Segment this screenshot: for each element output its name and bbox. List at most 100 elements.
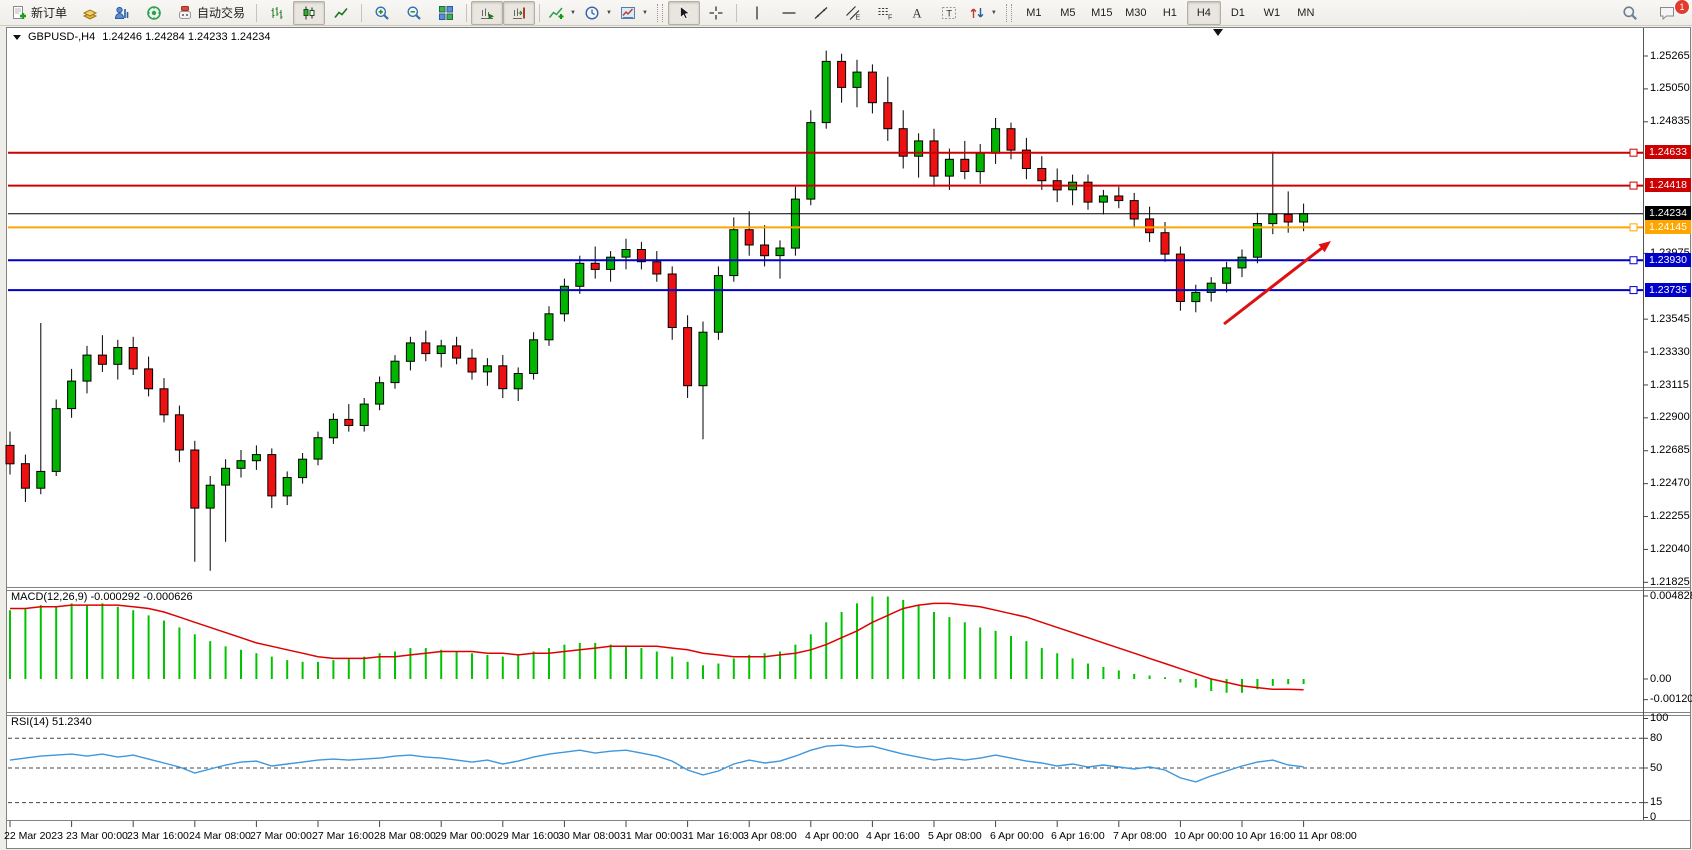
periods-button[interactable]: ▼ <box>580 1 616 25</box>
autotrading-button[interactable]: 自动交易 <box>170 1 252 25</box>
price-tick-label: 1.24835 <box>1650 115 1690 127</box>
toolbar-grip[interactable] <box>1006 4 1012 22</box>
svg-text:E: E <box>855 14 860 21</box>
fibonacci-button[interactable]: F <box>869 1 901 25</box>
horizontal-line-button[interactable] <box>773 1 805 25</box>
chart-shift-button[interactable] <box>503 1 535 25</box>
hline-price-badge: 1.24633 <box>1645 145 1691 159</box>
periods-dropdown-icon: ▼ <box>606 10 612 16</box>
auto-scroll-button[interactable] <box>471 1 503 25</box>
time-axis-label: 29 Mar 00:00 <box>435 830 497 842</box>
zoom-in-button[interactable] <box>366 1 398 25</box>
new-order-button[interactable]: 新订单 <box>4 1 74 25</box>
bar-chart-button[interactable] <box>261 1 293 25</box>
rsi-indicator-label: RSI(14) 51.2340 <box>11 716 92 728</box>
price-tick-label: 1.22685 <box>1650 444 1690 456</box>
time-axis-label: 24 Mar 08:00 <box>189 830 251 842</box>
timeframe-button-h4[interactable]: H4 <box>1187 1 1221 25</box>
templates-dropdown-icon: ▼ <box>642 10 648 16</box>
time-axis-label: 7 Apr 08:00 <box>1113 830 1167 842</box>
data-window-button[interactable] <box>106 1 138 25</box>
timeframe-button-m1[interactable]: M1 <box>1017 1 1051 25</box>
hline-price-badge: 1.24418 <box>1645 178 1691 192</box>
channel-button[interactable]: E <box>837 1 869 25</box>
rsi-tick-label: 0 <box>1650 811 1656 823</box>
market-watch-button[interactable] <box>74 1 106 25</box>
price-tick-label: 1.22255 <box>1650 510 1690 522</box>
crosshair-icon <box>708 5 724 21</box>
rsi-tick-label: 80 <box>1650 732 1662 744</box>
chart-shift-icon <box>511 5 527 21</box>
bar-chart-icon <box>269 5 285 21</box>
time-axis-label: 27 Mar 16:00 <box>312 830 374 842</box>
timeframe-button-w1[interactable]: W1 <box>1255 1 1289 25</box>
crosshair-button[interactable] <box>700 1 732 25</box>
zoom-out-icon <box>406 5 422 21</box>
time-axis-label: 11 Apr 08:00 <box>1298 830 1357 842</box>
arrows-icon <box>969 5 985 21</box>
toolbar-separator <box>466 4 467 22</box>
time-axis-label: 22 Mar 2023 <box>4 830 63 842</box>
timeframe-button-m30[interactable]: M30 <box>1119 1 1153 25</box>
horizontal-line-icon <box>781 5 797 21</box>
timeframe-button-d1[interactable]: D1 <box>1221 1 1255 25</box>
time-axis-label: 23 Mar 16:00 <box>127 830 189 842</box>
price-tick-label: 1.22900 <box>1650 411 1690 423</box>
rsi-tick-label: 100 <box>1650 712 1668 724</box>
trendline-icon <box>813 5 829 21</box>
tile-windows-icon <box>438 5 454 21</box>
trendline-button[interactable] <box>805 1 837 25</box>
toolbar-grip[interactable] <box>657 4 663 22</box>
chart-overlays: GBPUSD-,H4 1.24246 1.24284 1.24233 1.242… <box>0 0 1692 850</box>
navigator-button[interactable] <box>138 1 170 25</box>
time-axis-label: 6 Apr 16:00 <box>1051 830 1105 842</box>
vertical-line-button[interactable] <box>741 1 773 25</box>
line-chart-icon <box>333 5 349 21</box>
timeframe-button-m15[interactable]: M15 <box>1085 1 1119 25</box>
notifications-button[interactable]: 1 <box>1652 2 1684 26</box>
time-axis-label: 28 Mar 08:00 <box>374 830 436 842</box>
price-tick-label: 1.23115 <box>1650 379 1689 391</box>
candle-chart-button[interactable] <box>293 1 325 25</box>
zoom-in-icon <box>374 5 390 21</box>
indicators-button[interactable]: ▼ <box>544 1 580 25</box>
arrows-dropdown-icon: ▼ <box>991 10 997 16</box>
chart-ohlc-quotes: 1.24246 1.24284 1.24233 1.24234 <box>102 31 270 43</box>
macd-tick-label: 0.004828 <box>1650 590 1692 602</box>
timeframe-button-m5[interactable]: M5 <box>1051 1 1085 25</box>
symbol-dropdown-icon[interactable] <box>13 35 21 40</box>
text-label-button[interactable]: T <box>933 1 965 25</box>
mt4-window: 新订单 自动交易 ▼ ▼ ▼ E FA T ▼ M1M5M15M30H1H4D1W1MN 1 GB… <box>0 0 1692 850</box>
search-button[interactable] <box>1614 2 1646 26</box>
chart-symbol: GBPUSD-,H4 <box>28 31 95 43</box>
notification-count-badge: 1 <box>1674 0 1690 15</box>
macd-values: -0.000292 -0.000626 <box>90 591 192 603</box>
cursor-icon <box>676 5 692 21</box>
price-tick-label: 1.25265 <box>1650 50 1690 62</box>
time-axis-label: 10 Apr 00:00 <box>1174 830 1234 842</box>
main-toolbar: 新订单 自动交易 ▼ ▼ ▼ E FA T ▼ M1M5M15M30H1H4D1W1MN 1 <box>0 0 1692 26</box>
search-icon <box>1622 5 1638 24</box>
timeframe-button-mn[interactable]: MN <box>1289 1 1323 25</box>
rsi-tick-label: 50 <box>1650 762 1662 774</box>
hline-price-badge: 1.23930 <box>1645 253 1691 267</box>
templates-icon <box>620 5 636 21</box>
text-button[interactable]: A <box>901 1 933 25</box>
zoom-out-button[interactable] <box>398 1 430 25</box>
fibonacci-icon: F <box>877 5 893 21</box>
tile-windows-button[interactable] <box>430 1 462 25</box>
time-axis-label: 23 Mar 00:00 <box>66 830 128 842</box>
arrows-button[interactable]: ▼ <box>965 1 1001 25</box>
text-label-icon: T <box>941 5 957 21</box>
svg-text:T: T <box>946 8 952 19</box>
market-watch-icon <box>82 5 98 21</box>
price-tick-label: 1.22040 <box>1650 543 1690 555</box>
time-axis-label: 3 Apr 08:00 <box>743 830 797 842</box>
line-chart-button[interactable] <box>325 1 357 25</box>
time-axis-label: 27 Mar 00:00 <box>250 830 312 842</box>
templates-button[interactable]: ▼ <box>616 1 652 25</box>
toolbar-separator <box>256 4 257 22</box>
text-icon: A <box>909 5 925 21</box>
cursor-button[interactable] <box>668 1 700 25</box>
timeframe-button-h1[interactable]: H1 <box>1153 1 1187 25</box>
